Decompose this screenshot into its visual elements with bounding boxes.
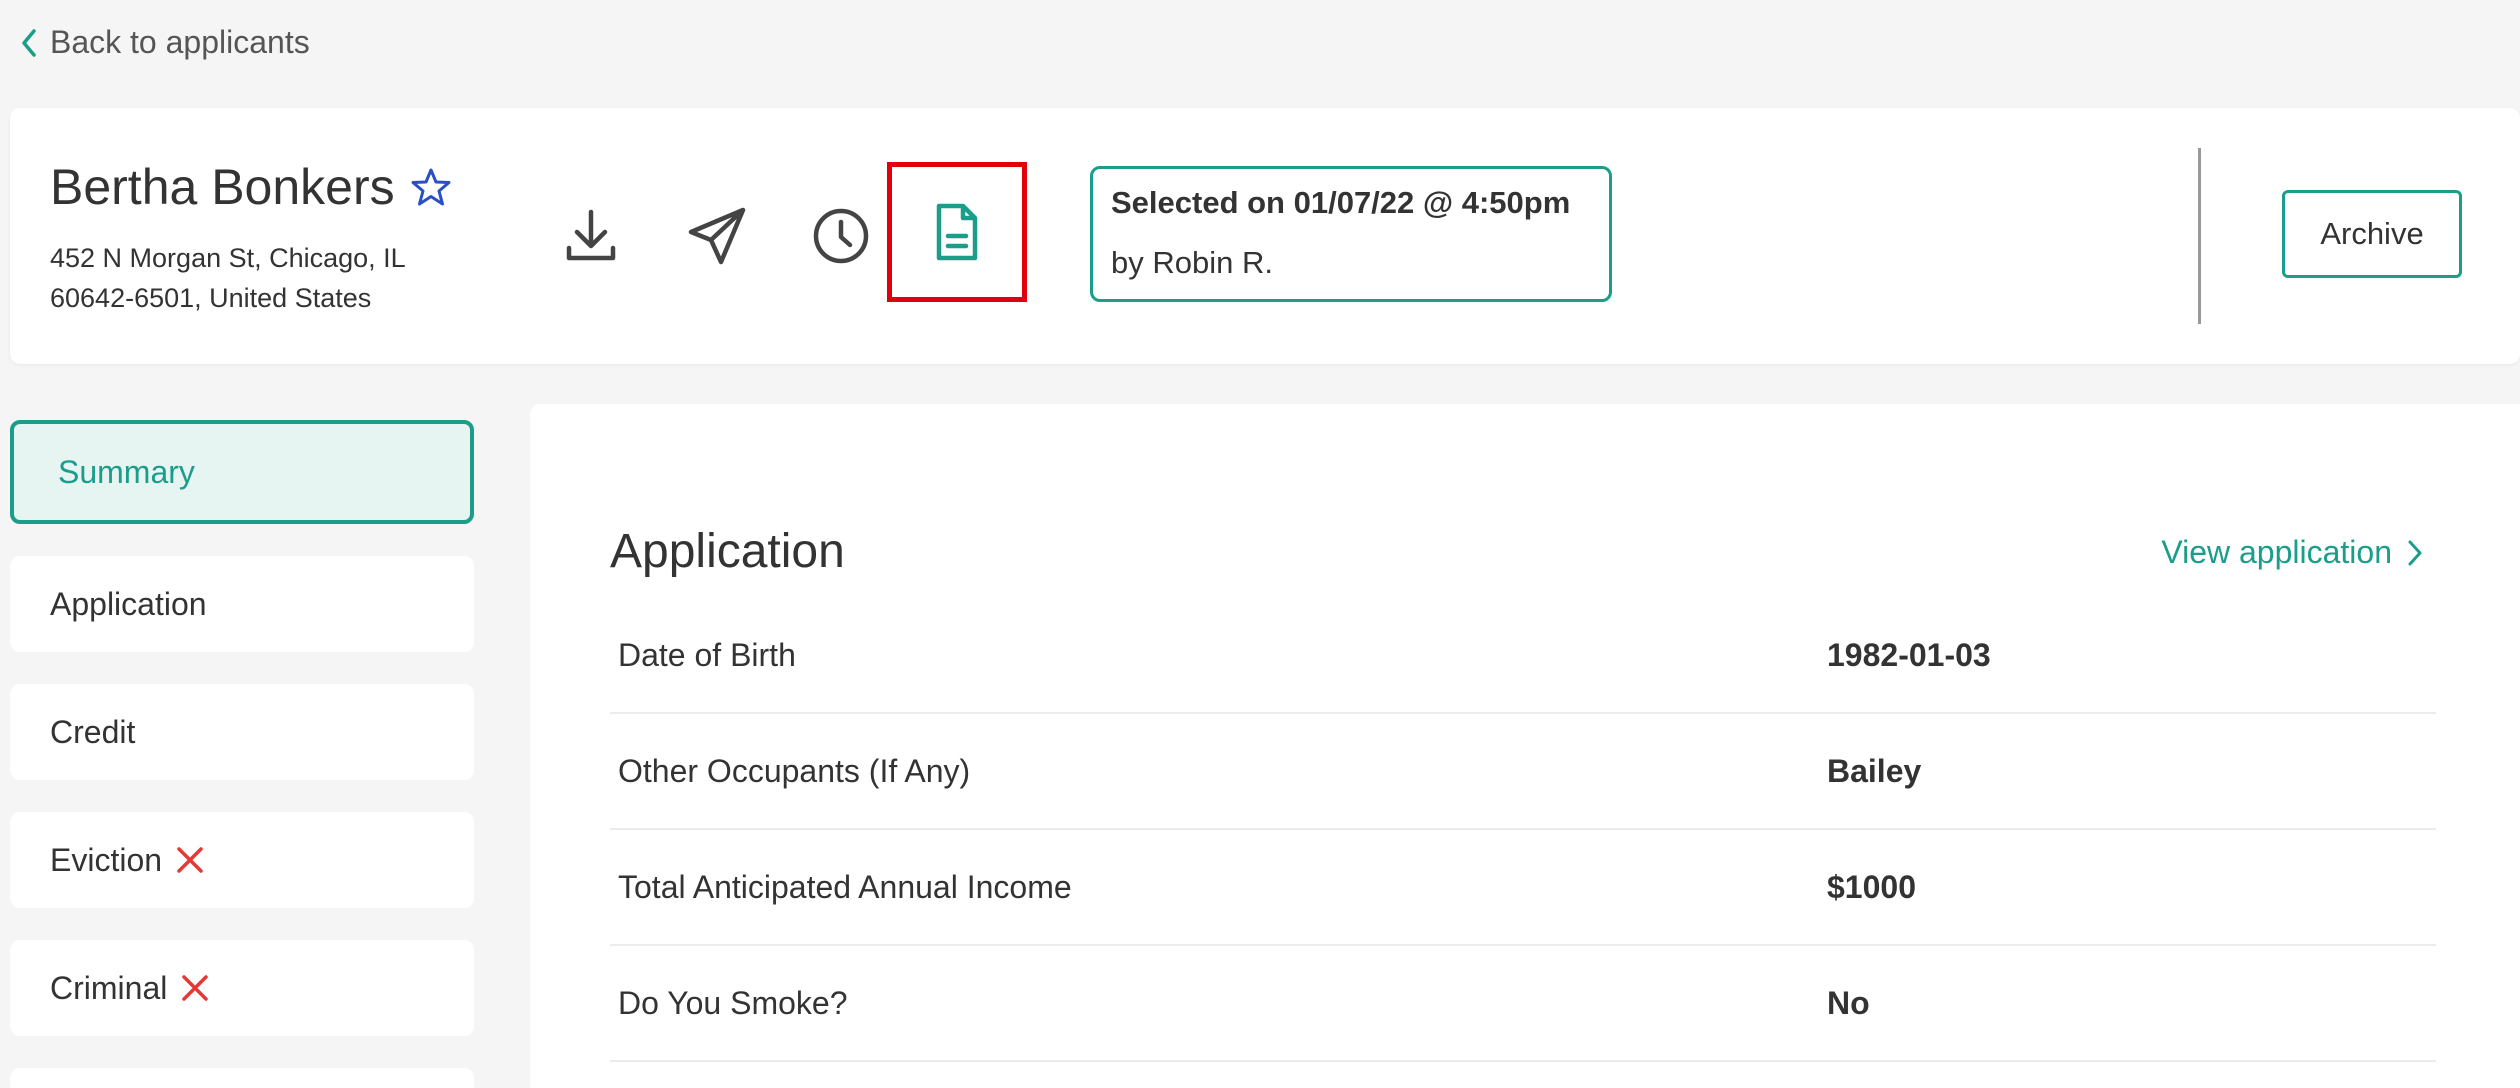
selection-by: by Robin R. — [1111, 245, 1273, 280]
field-row: Total Anticipated Annual Income $1000 — [610, 830, 2436, 946]
x-icon — [177, 847, 203, 873]
applicant-name-row: Bertha Bonkers — [50, 158, 451, 216]
section-title: Application — [610, 525, 845, 578]
sidebar-item-summary[interactable]: Summary — [10, 420, 474, 524]
sidebar-item-label: Summary — [58, 453, 195, 490]
archive-button[interactable]: Archive — [2282, 190, 2462, 278]
history-icon — [813, 208, 869, 264]
field-value: $1000 — [1827, 868, 1916, 905]
send-icon — [688, 207, 746, 265]
field-label: Do You Smoke? — [618, 984, 848, 1021]
star-icon[interactable] — [411, 167, 451, 207]
applicant-name: Bertha Bonkers — [50, 159, 395, 215]
view-application-link[interactable]: View application — [2161, 534, 2424, 571]
document-icon — [936, 203, 978, 261]
field-label: Other Occupants (If Any) — [618, 752, 971, 789]
field-row: Do You Smoke? No — [610, 946, 2436, 1062]
address-line-1: 452 N Morgan St, Chicago, IL — [50, 243, 406, 273]
history-button[interactable] — [786, 181, 896, 291]
sidebar-item-label: Criminal — [50, 969, 168, 1006]
x-icon — [182, 975, 209, 1001]
header-divider — [2198, 148, 2201, 324]
selection-status-box: Selected on 01/07/22 @ 4:50pm by Robin R… — [1090, 166, 1612, 302]
back-link[interactable]: Back to applicants — [18, 24, 310, 61]
download-button[interactable] — [536, 181, 646, 291]
document-button[interactable] — [887, 162, 1027, 302]
field-label: Date of Birth — [618, 636, 796, 673]
download-icon — [566, 209, 616, 261]
field-row: Date of Birth 1982-01-03 — [610, 598, 2436, 714]
applicant-address: 452 N Morgan St, Chicago, IL 60642-6501,… — [50, 238, 406, 318]
chevron-left-icon — [22, 28, 36, 57]
selection-date: Selected on 01/07/22 @ 4:50pm — [1111, 185, 1571, 220]
sidebar-item-label: Credit — [50, 713, 136, 750]
field-value: 1982-01-03 — [1827, 636, 1991, 673]
sidebar-item-criminal[interactable]: Criminal — [10, 940, 474, 1036]
summary-panel: Application View application Date of Bir… — [530, 404, 2520, 1088]
send-button[interactable] — [662, 181, 772, 291]
application-fields: Date of Birth 1982-01-03 Other Occupants… — [610, 598, 2436, 1062]
applicant-header-card: Bertha Bonkers 452 N Morgan St, Chicago,… — [10, 108, 2520, 364]
sidebar-item-eviction[interactable]: Eviction — [10, 812, 474, 908]
field-value: Bailey — [1827, 752, 1922, 789]
chevron-right-icon — [2408, 540, 2422, 565]
sidebar-item-label: Eviction — [50, 841, 163, 878]
sidebar-item-label: Application — [50, 585, 207, 622]
address-line-2: 60642-6501, United States — [50, 283, 372, 313]
view-application-label: View application — [2161, 534, 2392, 570]
back-link-label: Back to applicants — [50, 24, 310, 60]
field-row: Other Occupants (If Any) Bailey — [610, 714, 2436, 830]
sidebar-item-credit[interactable]: Credit — [10, 684, 474, 780]
field-label: Total Anticipated Annual Income — [618, 868, 1072, 905]
field-value: No — [1827, 984, 1870, 1021]
sidebar-nav: Summary Application Credit Eviction Crim… — [10, 420, 474, 1088]
sidebar-item-more[interactable] — [10, 1068, 474, 1088]
sidebar-item-application[interactable]: Application — [10, 556, 474, 652]
